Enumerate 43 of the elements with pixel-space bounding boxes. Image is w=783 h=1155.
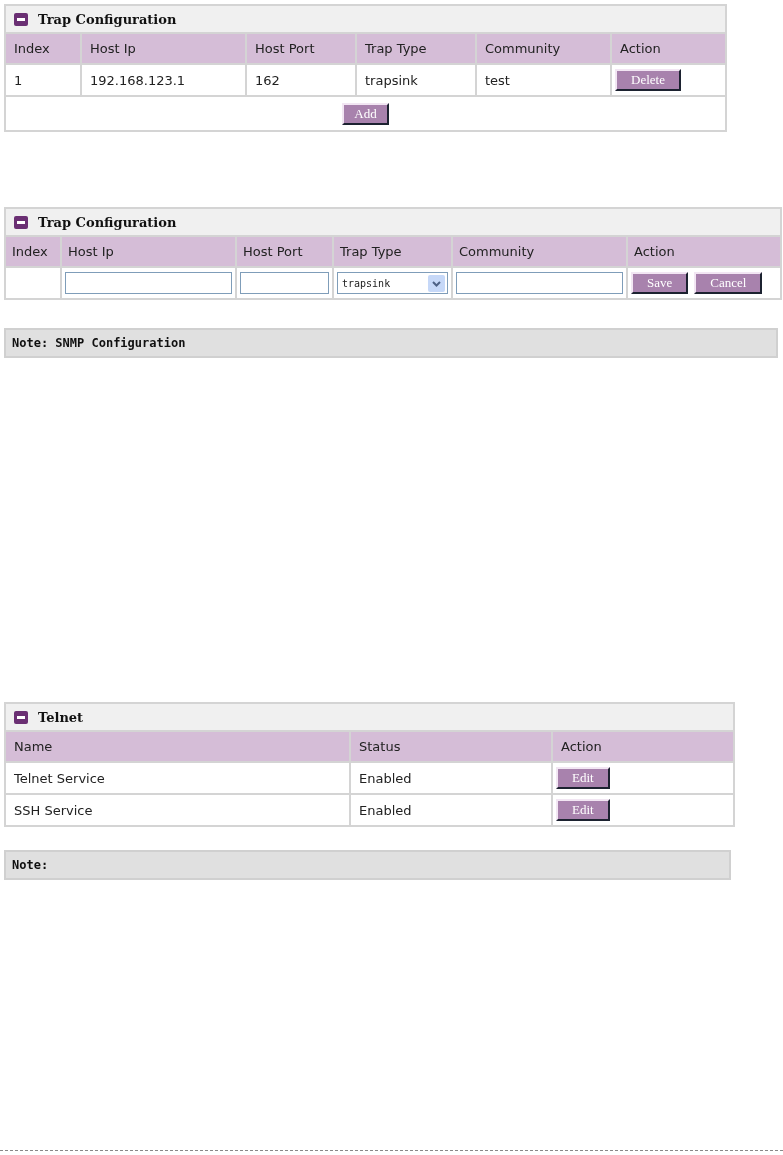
- input-field[interactable]: [456, 272, 623, 294]
- table-cell: Enabled: [351, 795, 551, 825]
- table-cell: Enabled: [351, 763, 551, 793]
- column-header: Host Ip: [62, 237, 235, 266]
- panel-icon: [14, 215, 28, 229]
- action-button[interactable]: Cancel: [694, 272, 763, 294]
- note-bar: Note:: [4, 850, 731, 880]
- action-button[interactable]: Save: [631, 272, 689, 294]
- table-cell: trapsink: [357, 65, 475, 95]
- add-button[interactable]: Add: [342, 102, 389, 125]
- input-field[interactable]: [240, 272, 329, 294]
- table-cell: test: [477, 65, 610, 95]
- table-cell: 192.168.123.1: [82, 65, 245, 95]
- column-header: Host Port: [247, 34, 355, 63]
- panel-title: Telnet: [38, 709, 84, 725]
- column-header: Action: [553, 732, 733, 761]
- table-cell: SSH Service: [6, 795, 349, 825]
- column-header: Trap Type: [357, 34, 475, 63]
- column-header: Name: [6, 732, 349, 761]
- column-header: Action: [628, 237, 780, 266]
- panel-title: Trap Configuration: [38, 11, 177, 27]
- column-header: Community: [477, 34, 610, 63]
- action-button[interactable]: Edit: [556, 767, 610, 789]
- column-header: Index: [6, 34, 80, 63]
- action-button[interactable]: Delete: [615, 69, 681, 91]
- column-header: Host Ip: [82, 34, 245, 63]
- table-cell: 162: [247, 65, 355, 95]
- panel-icon: [14, 710, 28, 724]
- note-bar: Note: SNMP Configuration: [4, 328, 778, 358]
- table-cell: Telnet Service: [6, 763, 349, 793]
- table-cell: 1: [6, 65, 80, 95]
- panel-title: Trap Configuration: [38, 214, 177, 230]
- column-header: Status: [351, 732, 551, 761]
- panel-icon: [14, 12, 28, 26]
- trap-type-select[interactable]: trapsink: [337, 272, 448, 294]
- action-button[interactable]: Edit: [556, 799, 610, 821]
- input-field[interactable]: [65, 272, 232, 294]
- column-header: Index: [6, 237, 60, 266]
- column-header: Trap Type: [334, 237, 451, 266]
- column-header: Host Port: [237, 237, 332, 266]
- column-header: Community: [453, 237, 626, 266]
- column-header: Action: [612, 34, 725, 63]
- empty-table-cell: [6, 268, 60, 298]
